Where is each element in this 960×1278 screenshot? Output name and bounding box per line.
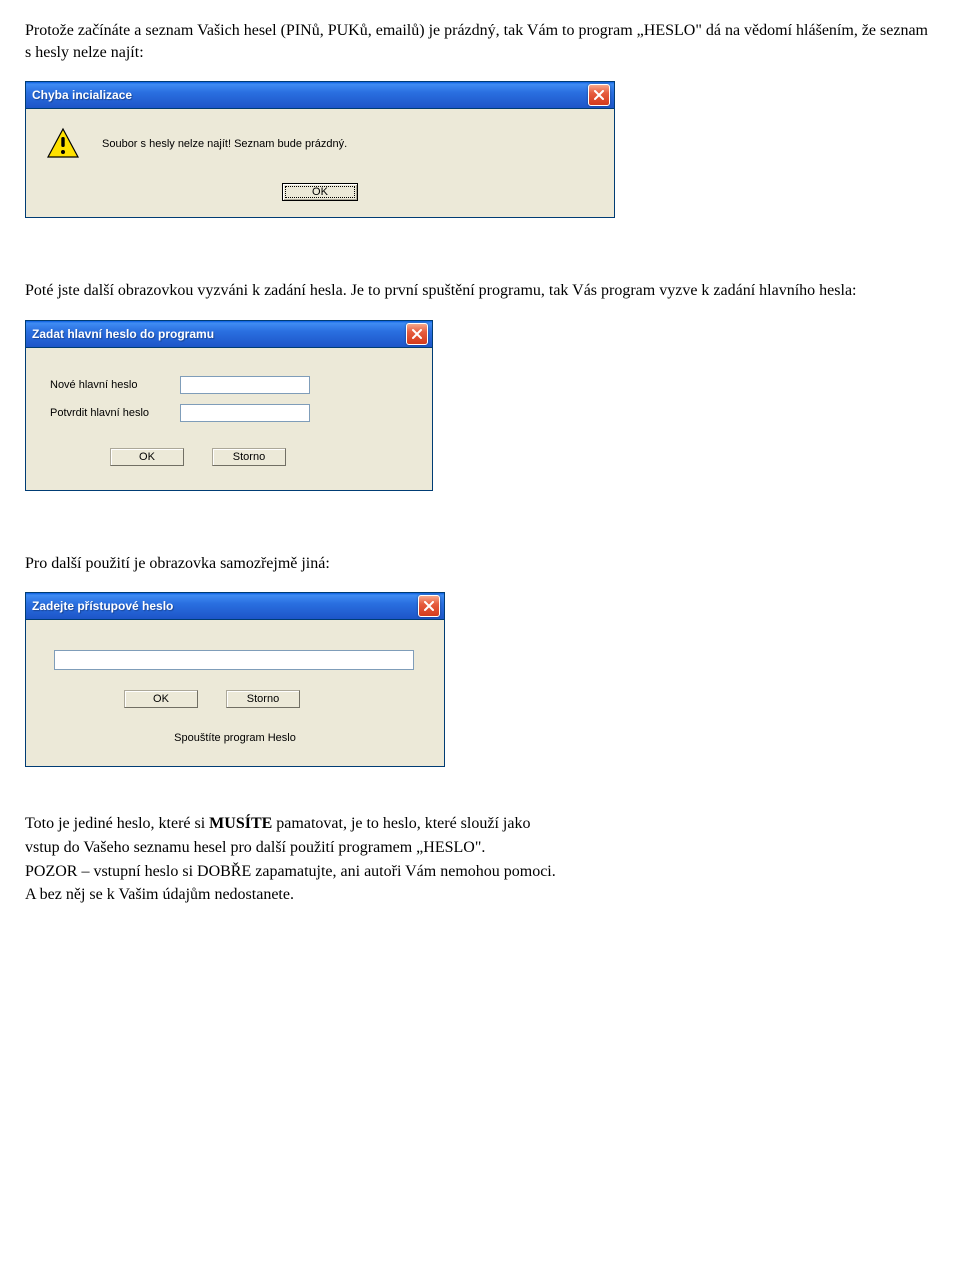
dialog-title: Zadat hlavní heslo do programu (32, 327, 214, 341)
paragraph-pozor: POZOR – vstupní heslo si DOBŘE zapamatuj… (25, 861, 935, 883)
status-text: Spouštíte program Heslo (54, 732, 416, 744)
dialog-set-main-password: Zadat hlavní heslo do programu Nové hlav… (25, 320, 433, 491)
dialog-enter-access-password: Zadejte přístupové heslo OK Storno Spouš… (25, 592, 445, 767)
input-new-password[interactable] (180, 376, 310, 394)
dialog-body: Soubor s hesly nelze najít! Seznam bude … (26, 109, 614, 217)
dialog-title: Chyba incializace (32, 88, 132, 102)
paragraph-bez-nej: A bez něj se k Vašim údajům nedostanete. (25, 884, 935, 906)
cancel-button[interactable]: Storno (212, 448, 286, 466)
text-segment: Toto je jediné heslo, které si (25, 815, 209, 832)
dialog-title: Zadejte přístupové heslo (32, 599, 173, 613)
input-confirm-password[interactable] (180, 404, 310, 422)
input-access-password[interactable] (54, 650, 414, 670)
ok-button[interactable]: OK (110, 448, 184, 466)
ok-button[interactable]: OK (124, 690, 198, 708)
close-icon[interactable] (588, 84, 610, 106)
paragraph-musite: Toto je jediné heslo, které si MUSÍTE pa… (25, 813, 935, 835)
text-bold-musite: MUSÍTE (209, 815, 272, 832)
dialog-error-init: Chyba incializace Soubor s hesly nelze n… (25, 81, 615, 218)
paragraph-intro: Protože začínáte a seznam Vašich hesel (… (25, 20, 935, 63)
label-confirm-password: Potvrdit hlavní heslo (50, 407, 180, 419)
dialog-body: OK Storno Spouštíte program Heslo (26, 620, 444, 766)
paragraph-vstup: vstup do Vašeho seznamu hesel pro další … (25, 837, 935, 859)
titlebar: Chyba incializace (26, 82, 614, 109)
warning-icon (46, 127, 80, 161)
dialog-message: Soubor s hesly nelze najít! Seznam bude … (102, 138, 347, 150)
titlebar: Zadat hlavní heslo do programu (26, 321, 432, 348)
close-icon[interactable] (406, 323, 428, 345)
dialog-body: Nové hlavní heslo Potvrdit hlavní heslo … (26, 348, 432, 490)
close-icon[interactable] (418, 595, 440, 617)
paragraph-next-use: Pro další použití je obrazovka samozřejm… (25, 553, 935, 575)
label-new-password: Nové hlavní heslo (50, 379, 180, 391)
ok-button[interactable]: OK (282, 183, 358, 201)
paragraph-next-screen: Poté jste další obrazovkou vyzváni k zad… (25, 280, 935, 302)
text-segment: pamatovat, je to heslo, které slouží jak… (272, 815, 530, 832)
titlebar: Zadejte přístupové heslo (26, 593, 444, 620)
cancel-button[interactable]: Storno (226, 690, 300, 708)
